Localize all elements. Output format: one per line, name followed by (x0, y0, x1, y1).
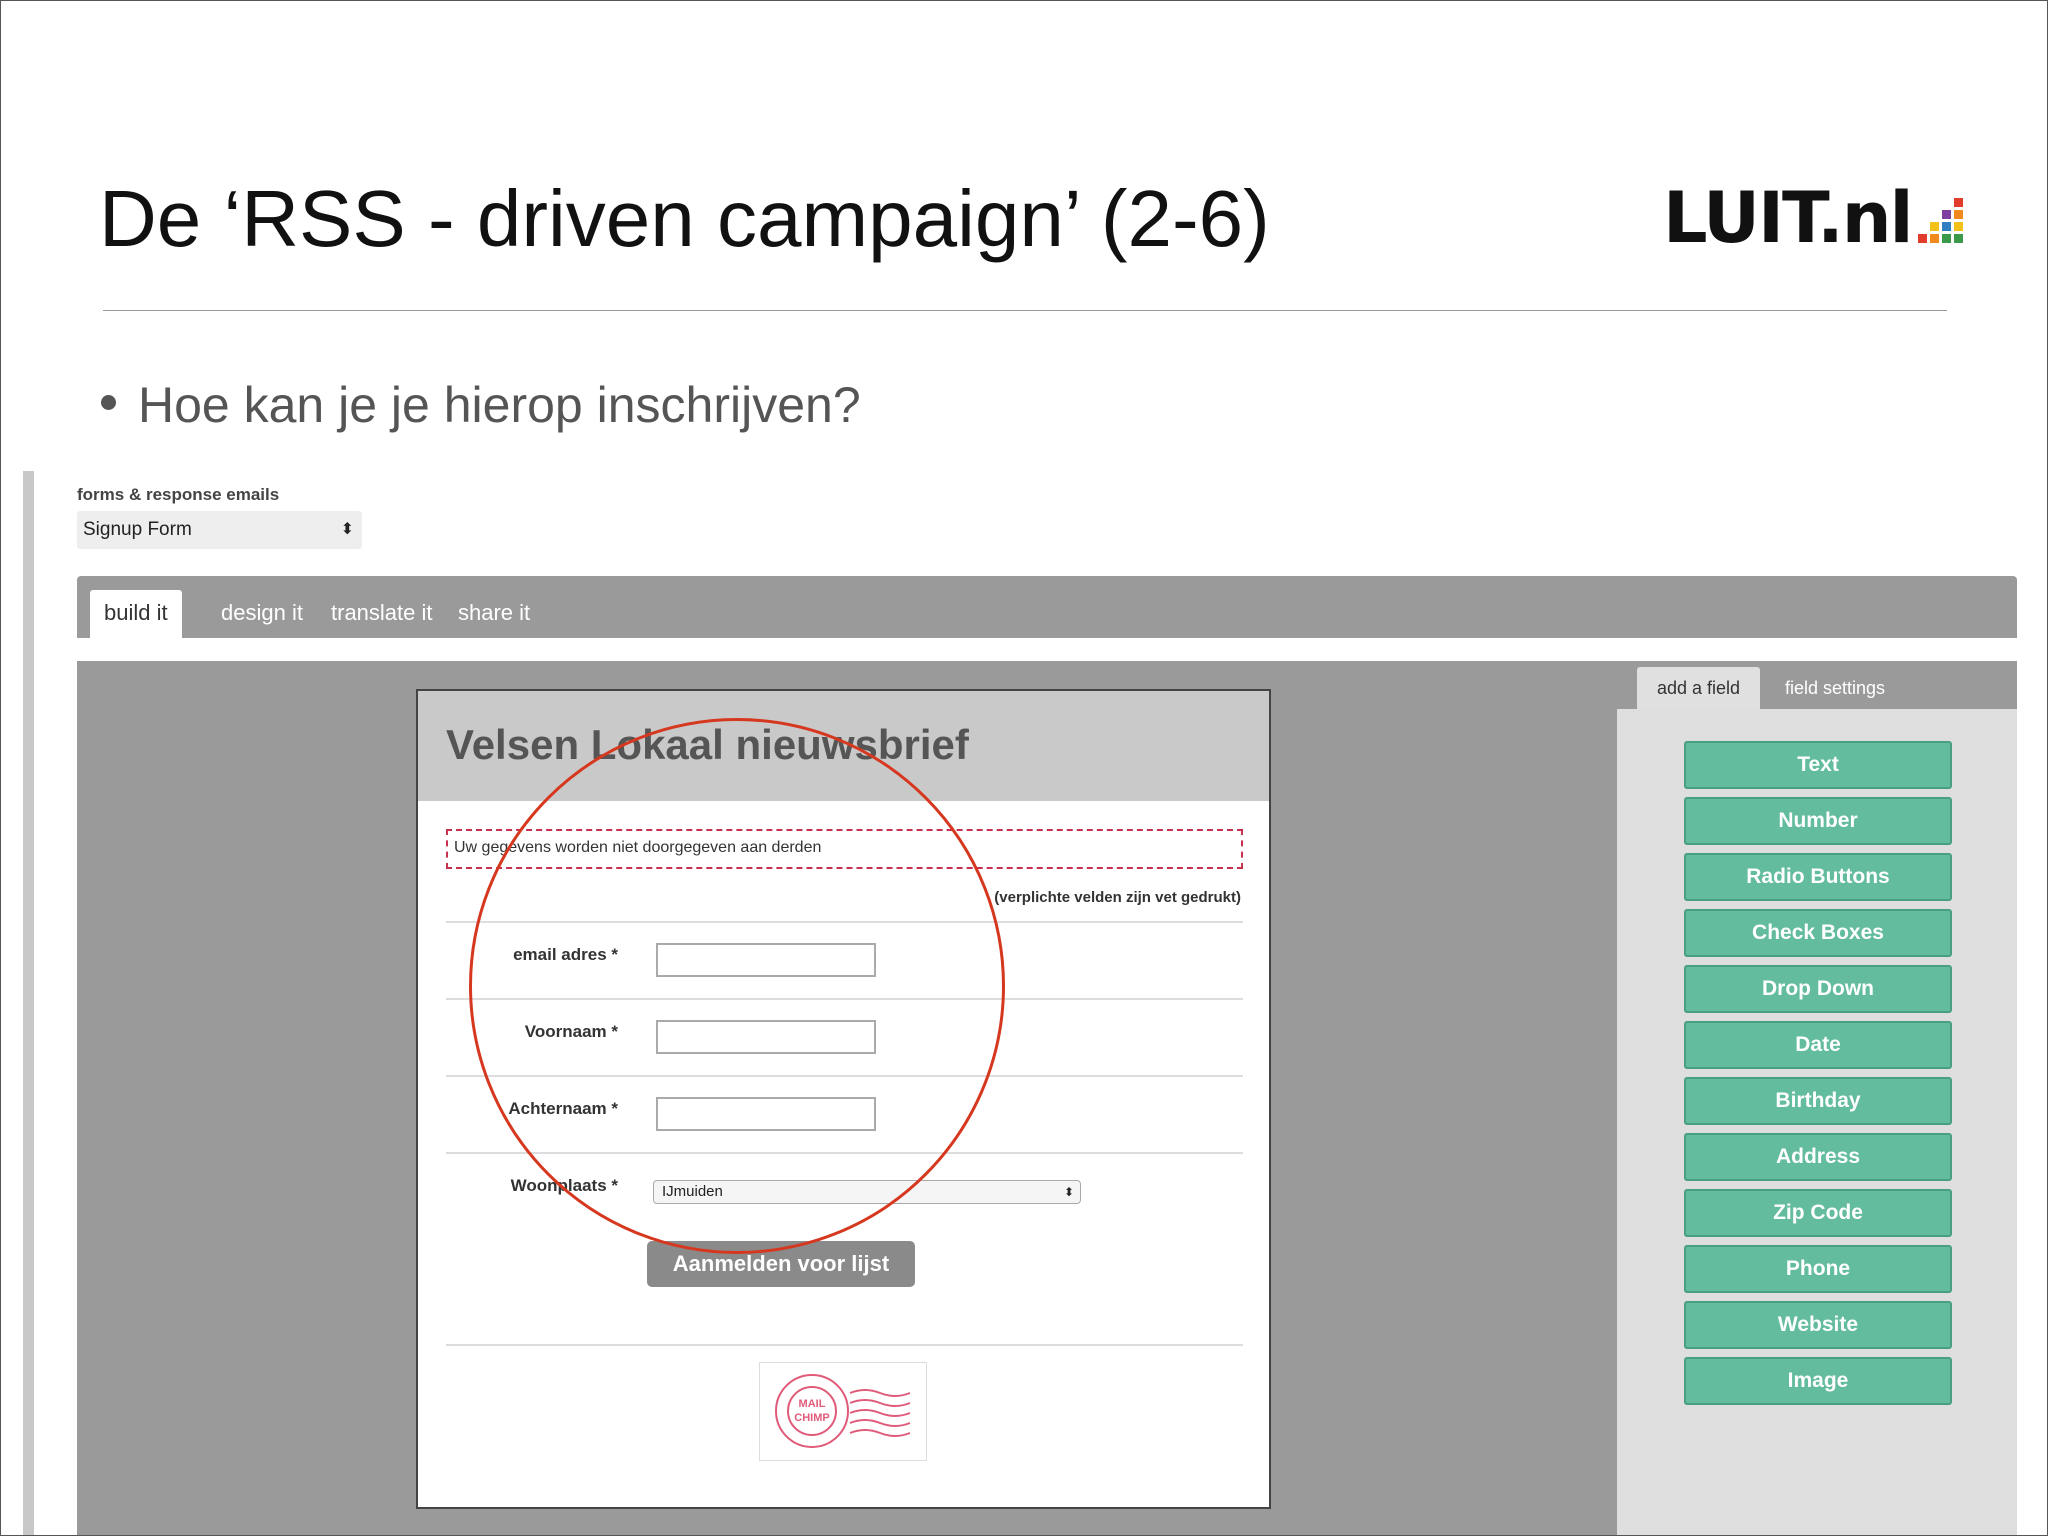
form-preview-area: Velsen Lokaal nieuwsbrief Uw gegevens wo… (77, 661, 1620, 1535)
add-website-field-button[interactable]: Website (1684, 1301, 1952, 1349)
luit-logo: LUIT.nl (1663, 177, 1963, 259)
forms-section-label: forms & response emails (77, 485, 280, 504)
first-name-field[interactable] (656, 1020, 876, 1054)
bullet-point: Hoe kan je je hierop inschrijven? (101, 376, 861, 434)
svg-text:MAIL: MAIL (799, 1398, 826, 1410)
tab-build-it[interactable]: build it (90, 590, 182, 638)
footer-divider (446, 1344, 1243, 1346)
select-arrows-icon: ⬍ (1063, 1185, 1074, 1199)
email-field[interactable] (656, 943, 876, 977)
last-name-label: Achternaam * (508, 1099, 618, 1118)
add-text-field-button[interactable]: Text (1684, 741, 1952, 789)
form-title: Velsen Lokaal nieuwsbrief (446, 721, 969, 768)
last-name-field[interactable] (656, 1097, 876, 1131)
add-date-field-button[interactable]: Date (1684, 1021, 1952, 1069)
add-address-field-button[interactable]: Address (1684, 1133, 1952, 1181)
email-label: email adres * (513, 945, 618, 964)
form-type-select[interactable]: Signup Form ⬍ (77, 511, 362, 549)
tab-add-a-field[interactable]: add a field (1637, 667, 1761, 709)
required-fields-note: (verplichte velden zijn vet gedrukt) (994, 889, 1241, 906)
slide: De ‘RSS - driven campaign’ (2-6) LUIT.nl… (0, 0, 2048, 1536)
city-label: Woonplaats * (510, 1176, 618, 1195)
tab-translate-it[interactable]: translate it (317, 590, 447, 638)
add-zip-code-field-button[interactable]: Zip Code (1684, 1189, 1952, 1237)
mailchimp-stamp-icon: MAIL CHIMP (775, 1374, 911, 1448)
form-notice[interactable]: Uw gegevens worden niet doorgegeven aan … (446, 829, 1243, 869)
add-image-field-button[interactable]: Image (1684, 1357, 1952, 1405)
signup-form-preview: Velsen Lokaal nieuwsbrief Uw gegevens wo… (416, 689, 1271, 1509)
bullet-dot-icon (101, 395, 116, 411)
city-select-value: IJmuiden (662, 1183, 723, 1200)
add-birthday-field-button[interactable]: Birthday (1684, 1077, 1952, 1125)
slide-title: De ‘RSS - driven campaign’ (2-6) (99, 174, 1270, 263)
title-divider (103, 310, 1947, 311)
form-type-select-value: Signup Form (83, 519, 192, 540)
add-drop-down-button[interactable]: Drop Down (1684, 965, 1952, 1013)
mailchimp-screenshot: forms & response emails Signup Form ⬍ bu… (23, 471, 2047, 1535)
field-divider (446, 1152, 1243, 1154)
add-radio-buttons-button[interactable]: Radio Buttons (1684, 853, 1952, 901)
field-divider (446, 998, 1243, 1000)
bullet-text: Hoe kan je je hierop inschrijven? (138, 377, 861, 433)
add-check-boxes-button[interactable]: Check Boxes (1684, 909, 1952, 957)
subscribe-button[interactable]: Aanmelden voor lijst (647, 1241, 915, 1287)
add-number-field-button[interactable]: Number (1684, 797, 1952, 845)
builder-tab-bar: build it design it translate it share it (77, 576, 2017, 638)
tab-share-it[interactable]: share it (444, 590, 544, 638)
tab-design-it[interactable]: design it (207, 590, 317, 638)
field-divider (446, 1075, 1243, 1077)
sidebar-tab-bar: add a field field settings (1617, 661, 2017, 709)
logo-text: LUIT.nl (1663, 177, 1914, 259)
city-select[interactable]: IJmuiden ⬍ (653, 1180, 1081, 1204)
select-arrows-icon: ⬍ (340, 521, 354, 538)
mailchimp-stamp-badge: MAIL CHIMP (759, 1362, 927, 1461)
svg-text:CHIMP: CHIMP (794, 1412, 829, 1424)
first-name-label: Voornaam * (524, 1022, 618, 1041)
add-phone-field-button[interactable]: Phone (1684, 1245, 1952, 1293)
field-divider (446, 921, 1243, 923)
tab-field-settings[interactable]: field settings (1765, 667, 1905, 709)
equalizer-icon (1917, 198, 1963, 243)
field-sidebar: add a field field settings Text Number R… (1617, 661, 2017, 1535)
